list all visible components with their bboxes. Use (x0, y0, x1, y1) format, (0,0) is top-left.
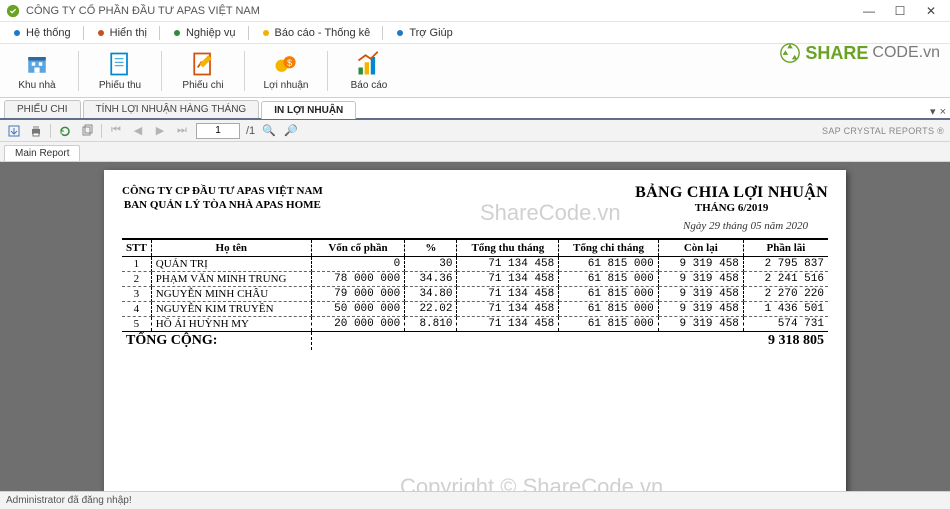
minimize-button[interactable]: — (854, 1, 884, 21)
tool-payment-label: Phiếu chi (182, 80, 223, 91)
refresh-icon[interactable] (57, 123, 73, 139)
report-subtabs: Main Report (0, 142, 950, 162)
title-bar: CÔNG TY CỔ PHẦN ĐẦU TƯ APAS VIỆT NAM — ☐… (0, 0, 950, 22)
payment-icon (189, 50, 217, 78)
find-icon[interactable]: 🔍 (261, 123, 277, 139)
report-page: CÔNG TY CP ĐẦU TƯ APAS VIỆT NAM BAN QUẢN… (104, 170, 846, 492)
table-row: 3NGUYỄN MINH CHÂU79 000 00034.8071 134 4… (122, 287, 828, 302)
total-label: TỔNG CỘNG: (122, 332, 311, 351)
dot-icon (261, 28, 271, 38)
col-share: Phần lãi (743, 239, 828, 257)
report-viewport[interactable]: CÔNG TY CP ĐẦU TƯ APAS VIỆT NAM BAN QUẢN… (0, 162, 950, 492)
app-icon (6, 4, 20, 18)
close-button[interactable]: ✕ (916, 1, 946, 21)
tool-building[interactable]: Khu nhà (6, 47, 68, 95)
maximize-button[interactable]: ☐ (885, 1, 915, 21)
profit-icon: $ (272, 50, 300, 78)
report-date: Ngày 29 tháng 05 năm 2020 (122, 220, 828, 232)
col-name: Họ tên (151, 239, 311, 257)
receipt-icon (106, 50, 134, 78)
dot-icon (395, 28, 405, 38)
main-report-tab[interactable]: Main Report (4, 145, 80, 161)
toolbar-separator (161, 51, 162, 91)
menu-help[interactable]: Trợ Giúp (387, 25, 460, 41)
col-pct: % (405, 239, 457, 257)
tab-dropdown-icon[interactable]: ▾ (930, 105, 936, 118)
tool-report[interactable]: Báo cáo (338, 47, 400, 95)
prev-page-icon[interactable]: ◀ (130, 123, 146, 139)
col-remain: Còn lại (658, 239, 743, 257)
tool-receipt[interactable]: Phiếu thu (89, 47, 151, 95)
svg-text:$: $ (287, 58, 292, 68)
report-icon (355, 50, 383, 78)
brand-part2: CODE.vn (872, 44, 940, 62)
export-icon[interactable] (6, 123, 22, 139)
col-income: Tổng thu tháng (457, 239, 559, 257)
total-value: 9 318 805 (311, 332, 828, 351)
tool-receipt-label: Phiếu thu (99, 80, 141, 91)
status-bar: Administrator đã đăng nhập! (0, 491, 950, 509)
tab-payment[interactable]: PHIẾU CHI (4, 100, 81, 118)
tab-monthly-profit[interactable]: TÍNH LỢI NHUẬN HÀNG THÁNG (83, 100, 260, 118)
toolbar-separator (327, 51, 328, 91)
brand-part1: SHARE (805, 43, 868, 64)
dot-icon (96, 28, 106, 38)
print-icon[interactable] (28, 123, 44, 139)
col-expense: Tổng chi tháng (559, 239, 658, 257)
toolbar-separator (78, 51, 79, 91)
menu-separator (248, 26, 249, 40)
menu-display[interactable]: Hiển thị (88, 25, 155, 41)
report-toolbar: ⏮ ◀ ▶ ⏭ /1 🔍 🔎 SAP CRYSTAL REPORTS ® (0, 120, 950, 142)
menu-business-label: Nghiệp vụ (186, 27, 236, 39)
menu-business[interactable]: Nghiệp vụ (164, 25, 244, 41)
col-capital: Vốn cổ phần (311, 239, 404, 257)
tool-profit-label: Lợi nhuận (264, 80, 309, 91)
table-row: 5HỒ ÁI HUỲNH MY20 000 0008.81071 134 458… (122, 317, 828, 332)
tool-profit[interactable]: $ Lợi nhuận (255, 47, 317, 95)
tab-close-icon[interactable]: × (940, 106, 946, 118)
menu-display-label: Hiển thị (110, 27, 147, 39)
tool-report-label: Báo cáo (351, 80, 388, 91)
menu-separator (83, 26, 84, 40)
document-tabs: PHIẾU CHI TÍNH LỢI NHUẬN HÀNG THÁNG IN L… (0, 98, 950, 120)
menu-bar: Hệ thống Hiển thị Nghiệp vụ Báo cáo - Th… (0, 22, 950, 44)
page-input[interactable] (196, 123, 240, 139)
menu-separator (382, 26, 383, 40)
dot-icon (172, 28, 182, 38)
first-page-icon[interactable]: ⏮ (108, 123, 124, 139)
menu-help-label: Trợ Giúp (409, 27, 452, 39)
company-line1: CÔNG TY CP ĐẦU TƯ APAS VIỆT NAM (122, 184, 323, 198)
toolbar-separator (244, 51, 245, 91)
company-line2: BAN QUẢN LÝ TÒA NHÀ APAS HOME (122, 198, 323, 212)
dot-icon (12, 28, 22, 38)
menu-reports-label: Báo cáo - Thống kê (275, 27, 371, 39)
last-page-icon[interactable]: ⏭ (174, 123, 190, 139)
table-row: 1QUẢN TRỊ03071 134 45861 815 0009 319 45… (122, 257, 828, 272)
status-text: Administrator đã đăng nhập! (6, 495, 132, 506)
report-title: BẢNG CHIA LỢI NHUẬN (635, 184, 828, 202)
next-page-icon[interactable]: ▶ (152, 123, 168, 139)
zoom-icon[interactable]: 🔎 (283, 123, 299, 139)
report-subtitle: THÁNG 6/2019 (635, 202, 828, 214)
crystal-label: SAP CRYSTAL REPORTS ® (822, 126, 944, 136)
building-icon (23, 50, 51, 78)
page-total: /1 (246, 125, 255, 137)
table-row: 2PHẠM VĂN MINH TRUNG78 000 00034.3671 13… (122, 272, 828, 287)
menu-separator (159, 26, 160, 40)
report-table: STT Họ tên Vốn cổ phần % Tổng thu tháng … (122, 238, 828, 350)
tab-print-profit[interactable]: IN LỢI NHUẬN (261, 101, 356, 119)
copy-icon[interactable] (79, 123, 95, 139)
menu-system-label: Hệ thống (26, 27, 71, 39)
col-stt: STT (122, 239, 151, 257)
menu-system[interactable]: Hệ thống (4, 25, 79, 41)
menu-reports[interactable]: Báo cáo - Thống kê (253, 25, 379, 41)
brand-logo: SHARECODE.vn (779, 42, 940, 64)
tool-building-label: Khu nhà (18, 80, 55, 91)
recycle-icon (779, 42, 801, 64)
tool-payment[interactable]: Phiếu chi (172, 47, 234, 95)
window-title: CÔNG TY CỔ PHẦN ĐẦU TƯ APAS VIỆT NAM (26, 5, 260, 17)
table-row: 4NGUYỄN KIM TRUYỀN50 000 00022.0271 134 … (122, 302, 828, 317)
